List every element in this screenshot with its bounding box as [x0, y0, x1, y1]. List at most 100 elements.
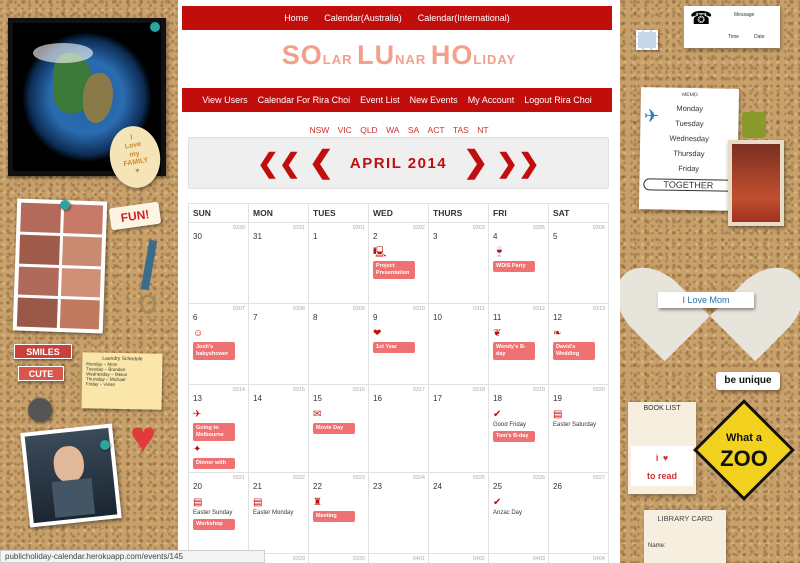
- calendar-day-cell[interactable]: 19 0320 ▤ Easter Saturday: [548, 384, 609, 473]
- event-badge[interactable]: Tom's B-day: [493, 431, 535, 442]
- state-qld[interactable]: QLD: [357, 125, 380, 135]
- logo-part: LIDAY: [473, 52, 517, 67]
- calendar-day-cell[interactable]: 25 0326 ✔ Anzac Day: [488, 471, 549, 554]
- state-nsw[interactable]: NSW: [306, 125, 332, 135]
- nav-calendar-international[interactable]: Calendar(International): [410, 13, 518, 23]
- day-code: 0317: [412, 387, 425, 393]
- calendar-day-cell[interactable]: 13 0314 ✈ Going to Melbourne ✦ Dinner with: [188, 384, 249, 473]
- calendar-day-cell[interactable]: 22 0323 ♜ Meeting: [308, 471, 369, 554]
- nav-logout[interactable]: Logout Rira Choi: [519, 95, 597, 105]
- calendar-week-row: 6 0307 ☺ Josh's babyshower 7 0308 8 0309 9 0310 ❤ 1…: [188, 303, 609, 385]
- calendar-day-cell[interactable]: 31 0331: [248, 222, 309, 304]
- logo-part: HO: [430, 40, 474, 70]
- nav-event-list[interactable]: Event List: [355, 95, 405, 105]
- next-year-chevron-icon[interactable]: ❯❯: [492, 150, 544, 176]
- day-number: 8: [313, 313, 318, 322]
- i-love-mom-label: I Love Mom: [658, 292, 754, 308]
- prev-month-chevron-icon[interactable]: ❮: [305, 148, 338, 178]
- event-badge[interactable]: 1st Year: [373, 342, 415, 353]
- event-badge[interactable]: David's Wedding: [553, 342, 595, 360]
- library-name-label: Name:: [648, 543, 666, 549]
- event-badge[interactable]: Going to Melbourne: [193, 423, 235, 441]
- day-code: 0315: [292, 387, 305, 393]
- state-act[interactable]: ACT: [425, 125, 448, 135]
- calendar-day-cell[interactable]: 24 0325: [428, 471, 489, 554]
- calendar-day-cell[interactable]: 30 0330: [188, 222, 249, 304]
- day-number: 21: [253, 481, 262, 491]
- day-code: 0404: [592, 555, 605, 562]
- logo-part: SO: [281, 40, 323, 70]
- logo-part: LAR: [322, 52, 358, 67]
- family-tag-my: my: [128, 149, 141, 159]
- day-code: 0313: [592, 306, 605, 312]
- day-number: 24: [433, 481, 442, 491]
- photo-strip: [12, 198, 108, 334]
- calendar-day-cell[interactable]: 1 0301: [308, 222, 369, 304]
- calendar-day-cell[interactable]: 7 0308: [248, 303, 309, 385]
- day-number: 15: [313, 394, 322, 403]
- event-badge[interactable]: Project Presentation: [373, 261, 415, 279]
- weekday-header: WED: [368, 203, 429, 223]
- calendar-day-cell[interactable]: 8 0309: [308, 303, 369, 385]
- calendar-day-cell[interactable]: 12 0313 ❧ David's Wedding: [548, 303, 609, 385]
- calendar-day-cell[interactable]: 18 0319 ✔ Good Friday Tom's B-day: [488, 384, 549, 473]
- family-tag-heart-icon: ♥: [134, 167, 141, 175]
- calendar-week-row: 30 0330 31 0331 1 0301 2 0302 🖳 Project Presentat…: [188, 222, 609, 304]
- calendar-day-cell[interactable]: 30404: [548, 552, 609, 563]
- calendar-week-row: 20 0321 ▤ Easter Sunday Workshop 21 0322 ▤ Easte…: [188, 471, 609, 554]
- prev-year-chevron-icon[interactable]: ❮❮: [253, 150, 305, 176]
- calendar-day-cell[interactable]: 9 0310 ❤ 1st Year: [368, 303, 429, 385]
- event-badge[interactable]: Workshop: [193, 518, 235, 530]
- next-month-chevron-icon[interactable]: ❯: [459, 148, 492, 178]
- state-vic[interactable]: VIC: [335, 125, 355, 135]
- calendar-day-cell[interactable]: 5 0306: [548, 222, 609, 304]
- nav-calendar-australia[interactable]: Calendar(Australia): [316, 13, 410, 23]
- calendar-day-cell[interactable]: 15 0316 ✉ Movie Day: [308, 384, 369, 473]
- weekday-header: THURS: [428, 203, 489, 223]
- weekday-header: SUN: [188, 203, 249, 223]
- calendar-day-cell[interactable]: 23 0324: [368, 471, 429, 554]
- nav-new-events[interactable]: New Events: [405, 95, 463, 105]
- calendar-day-cell[interactable]: 14 0315: [248, 384, 309, 473]
- nav-view-users[interactable]: View Users: [197, 95, 252, 105]
- holiday-label: Good Friday: [493, 422, 527, 428]
- calendar-day-cell[interactable]: 6 0307 ☺ Josh's babyshower: [188, 303, 249, 385]
- calendar-day-cell[interactable]: 10 0311: [428, 303, 489, 385]
- nav-calendar-for-user[interactable]: Calendar For Rira Choi: [253, 95, 356, 105]
- state-nt[interactable]: NT: [474, 125, 491, 135]
- event-badge[interactable]: Meeting: [313, 510, 355, 522]
- event-badge[interactable]: Josh's babyshower: [193, 342, 235, 360]
- calendar-page: Home Calendar(Australia) Calendar(Intern…: [178, 0, 620, 563]
- state-wa[interactable]: WA: [383, 125, 402, 135]
- calendar-day-cell[interactable]: 16 0317: [368, 384, 429, 473]
- event-badge[interactable]: Wendy's B-day: [493, 342, 535, 360]
- state-tas[interactable]: TAS: [450, 125, 472, 135]
- calendar-day-cell[interactable]: 4 0305 🍷 WDIS Party: [488, 222, 549, 304]
- meeting-icon: ♜: [313, 496, 322, 508]
- calendar-day-cell[interactable]: 20403: [488, 552, 549, 563]
- nav-home[interactable]: Home: [276, 13, 316, 23]
- calendar-day-cell[interactable]: 11 0312 ❦ Wendy's B-day: [488, 303, 549, 385]
- state-sa[interactable]: SA: [405, 125, 422, 135]
- day-number: 31: [253, 232, 262, 241]
- day-number: 10: [433, 313, 442, 322]
- calendar-day-cell[interactable]: 10402: [428, 552, 489, 563]
- calendar-day-cell[interactable]: 21 0322 ▤ Easter Monday: [248, 471, 309, 554]
- calendar-day-cell[interactable]: 20 0321 ▤ Easter Sunday Workshop: [188, 471, 249, 554]
- calendar-day-cell[interactable]: 3 0303: [428, 222, 489, 304]
- calendar-day-cell[interactable]: 2 0302 🖳 Project Presentation: [368, 222, 429, 304]
- calendar-day-cell[interactable]: 17 0318: [428, 384, 489, 473]
- day-code: 0329: [292, 555, 305, 562]
- calendar-day-cell[interactable]: 290330: [308, 552, 369, 563]
- day-number: 20: [193, 481, 202, 491]
- event-badge[interactable]: WDIS Party: [493, 261, 535, 272]
- event-badge[interactable]: Dinner with: [193, 457, 235, 469]
- calendar-day-cell[interactable]: 26 0327: [548, 471, 609, 554]
- check-icon: ✔: [493, 409, 502, 420]
- month-title: APRIL 2014: [349, 154, 448, 172]
- calendar-day-cell[interactable]: 300401: [368, 552, 429, 563]
- day-number: 1: [313, 232, 318, 241]
- nav-my-account[interactable]: My Account: [463, 95, 520, 105]
- event-badge[interactable]: Movie Day: [313, 423, 355, 434]
- site-logo[interactable]: SOLAR LUNAR HOLIDAY: [178, 40, 620, 71]
